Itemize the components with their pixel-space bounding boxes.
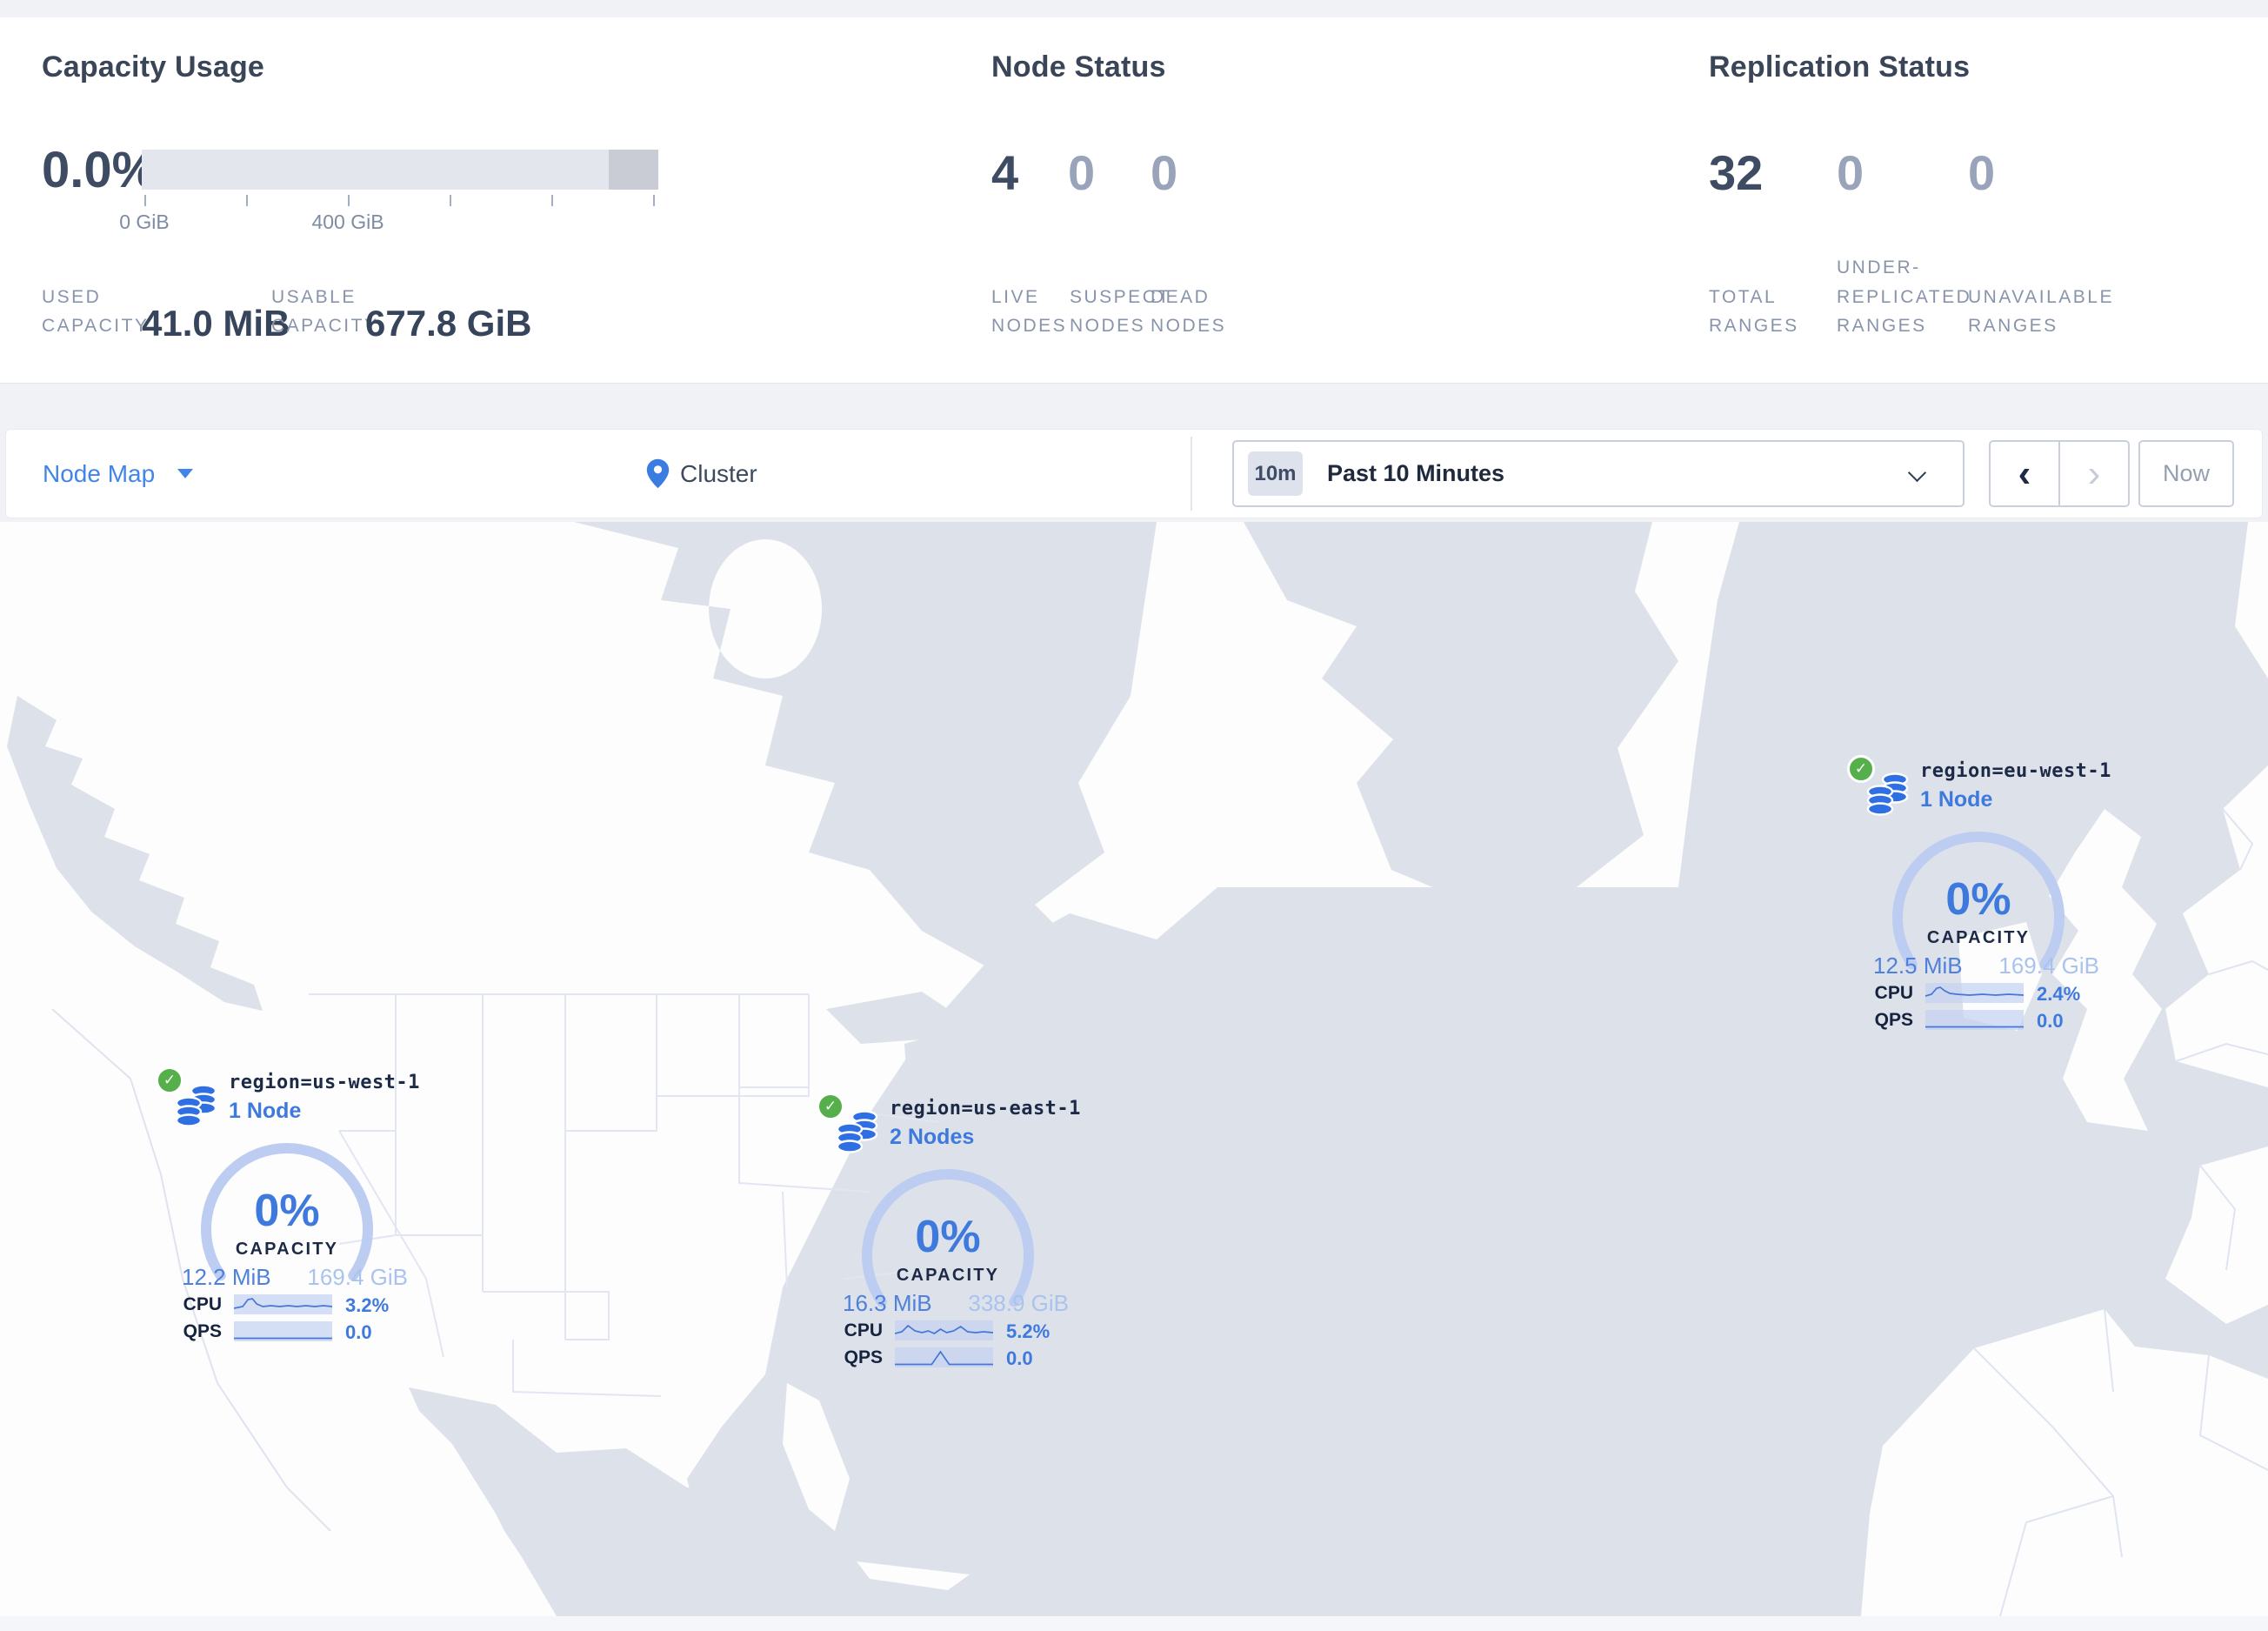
region-marker-eu-west-1[interactable]: ✓ region=eu-west-1 1 Node 0% CAPACITY 12…: [1844, 752, 2113, 1039]
under-replicated-label: UNDER-REPLICATED RANGES: [1837, 257, 1972, 337]
view-selector-dropdown[interactable]: Node Map: [43, 430, 194, 518]
cpu-value: 3.2%: [345, 1294, 390, 1316]
total-ranges-count: 32: [1709, 145, 1764, 200]
cpu-label: CPU: [844, 1320, 883, 1340]
qps-sparkline: [1925, 1010, 2024, 1030]
capacity-percent: 0.0%: [42, 142, 157, 198]
region-used-capacity: 12.2 MiB: [182, 1264, 271, 1290]
unavailable-label: UNAVAILABLE RANGES: [1968, 286, 2114, 337]
region-capacity-label: CAPACITY: [235, 1240, 339, 1259]
region-used-capacity: 12.5 MiB: [1873, 953, 1963, 979]
axis-label-400: 400 GiB: [311, 211, 384, 233]
chevron-left-icon[interactable]: ‹: [1991, 442, 2060, 505]
region-marker-us-east-1[interactable]: ✓ region=us-east-1 2 Nodes 0% CAPACITY 1…: [813, 1089, 1083, 1376]
time-range-badge: 10m: [1248, 451, 1303, 496]
live-nodes-count: 4: [991, 145, 1019, 200]
qps-sparkline: [895, 1347, 993, 1367]
suspect-nodes-count: 0: [1068, 145, 1096, 200]
replication-status-title: Replication Status: [1709, 50, 1971, 84]
cpu-metric-row: CPU 2.4%: [1844, 983, 2113, 1005]
axis-tick: [551, 195, 553, 206]
qps-value: 0.0: [345, 1321, 372, 1343]
cpu-label: CPU: [1874, 983, 1913, 1003]
chevron-right-icon[interactable]: ›: [2060, 442, 2128, 505]
node-status-title: Node Status: [991, 50, 1166, 84]
cpu-sparkline: [1925, 983, 2024, 1003]
region-node-count: 2 Nodes: [890, 1125, 975, 1149]
used-capacity-value: 41.0 MiB: [142, 303, 290, 344]
axis-tick: [450, 195, 451, 206]
region-node-count: 1 Node: [229, 1099, 302, 1123]
axis-tick: [348, 195, 350, 206]
breadcrumb-label: Cluster: [680, 459, 757, 487]
axis-tick: [653, 195, 655, 206]
region-node-count: 1 Node: [1920, 787, 1993, 812]
qps-metric-row: QPS 0.0: [1844, 1010, 2113, 1032]
view-selector-label: Node Map: [43, 459, 156, 487]
capacity-bar: [142, 150, 658, 190]
region-capacity-percent: 0%: [254, 1186, 320, 1236]
qps-label: QPS: [183, 1321, 222, 1341]
region-used-capacity: 16.3 MiB: [843, 1290, 932, 1316]
region-name: region=eu-west-1: [1920, 760, 2111, 782]
dead-nodes-label: DEAD NODES: [1151, 286, 1227, 337]
qps-sparkline: [234, 1321, 332, 1341]
region-capacity-label: CAPACITY: [1926, 928, 2031, 947]
region-usable-capacity: 169.4 GiB: [1998, 953, 2099, 979]
region-capacity-label: CAPACITY: [896, 1266, 1000, 1285]
cpu-value: 5.2%: [1006, 1320, 1051, 1342]
qps-label: QPS: [1874, 1010, 1913, 1030]
cpu-sparkline: [234, 1294, 332, 1314]
location-pin-icon: [646, 458, 670, 489]
unavailable-count: 0: [1968, 145, 1996, 200]
qps-metric-row: QPS 0.0: [813, 1347, 1083, 1369]
dead-nodes-count: 0: [1151, 145, 1178, 200]
under-replicated-count: 0: [1837, 145, 1864, 200]
cpu-metric-row: CPU 3.2%: [152, 1294, 422, 1316]
total-ranges-label: TOTAL RANGES: [1709, 286, 1799, 337]
region-marker-us-west-1[interactable]: ✓ region=us-west-1 1 Node 0% CAPACITY 12…: [152, 1063, 422, 1350]
axis-tick: [144, 195, 146, 206]
chevron-down-icon: [177, 469, 194, 478]
cpu-metric-row: CPU 5.2%: [813, 1320, 1083, 1342]
usable-capacity-value: 677.8 GiB: [365, 303, 532, 344]
qps-value: 0.0: [1006, 1347, 1033, 1369]
time-range-dropdown[interactable]: 10m Past 10 Minutes: [1232, 440, 1964, 507]
database-icon: [836, 1110, 878, 1153]
time-step-buttons: ‹ ›: [1989, 440, 2130, 507]
cpu-value: 2.4%: [2037, 983, 2081, 1005]
cluster-summary-panel: Capacity Usage 0.0% 0 GiB 400 GiB USED C…: [0, 17, 2268, 384]
toolbar-divider: [1191, 437, 1192, 511]
live-nodes-label: LIVE NODES: [991, 286, 1068, 337]
region-capacity-percent: 0%: [1945, 874, 2011, 925]
cpu-sparkline: [895, 1320, 993, 1340]
region-usable-capacity: 169.4 GiB: [307, 1264, 408, 1290]
region-name: region=us-east-1: [890, 1098, 1081, 1120]
now-button[interactable]: Now: [2138, 440, 2234, 507]
map-footer-strip: [0, 1616, 2268, 1631]
breadcrumb[interactable]: Cluster: [646, 430, 757, 518]
axis-label-zero: 0 GiB: [119, 211, 170, 233]
node-map-canvas: ✓ region=us-west-1 1 Node 0% CAPACITY 12…: [0, 522, 2268, 1631]
region-usable-capacity: 338.9 GiB: [968, 1290, 1069, 1316]
region-name: region=us-west-1: [229, 1072, 420, 1093]
capacity-bar-reserved-segment: [609, 150, 658, 190]
database-icon: [1866, 772, 1909, 816]
qps-value: 0.0: [2037, 1010, 2064, 1032]
chevron-down-icon: [1907, 463, 1927, 483]
database-icon: [175, 1084, 217, 1127]
capacity-usage-title: Capacity Usage: [42, 50, 265, 84]
qps-metric-row: QPS 0.0: [152, 1321, 422, 1343]
time-range-label: Past 10 Minutes: [1327, 460, 1505, 486]
cpu-label: CPU: [183, 1294, 222, 1314]
qps-label: QPS: [844, 1347, 883, 1367]
map-toolbar: Node Map Cluster 10m Past 10 Minutes ‹ ›…: [5, 429, 2263, 518]
node-map-page: Capacity Usage 0.0% 0 GiB 400 GiB USED C…: [0, 0, 2268, 1631]
axis-tick: [246, 195, 248, 206]
region-capacity-percent: 0%: [915, 1212, 981, 1262]
